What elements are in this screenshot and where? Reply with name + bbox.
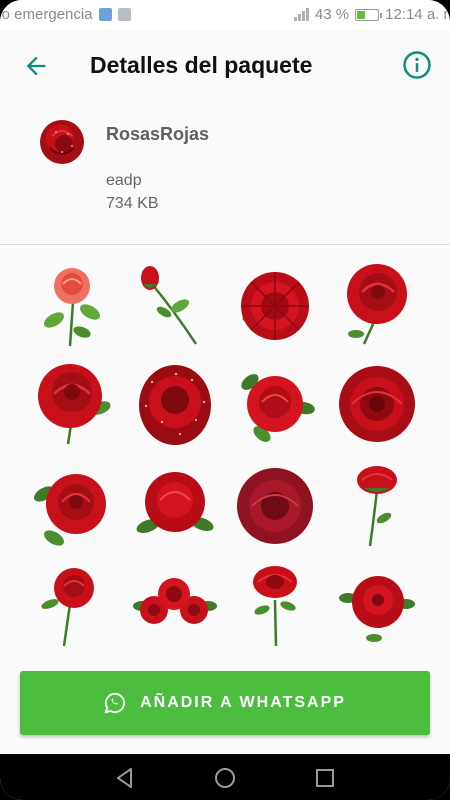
nav-home-icon[interactable] xyxy=(213,766,237,790)
pack-name: RosasRojas xyxy=(106,124,210,144)
screen: olo emergencia 43 % 12:14 a. m Detalles … xyxy=(0,0,450,800)
battery-percent: 43 % xyxy=(314,6,350,23)
info-icon[interactable] xyxy=(402,50,432,80)
red-rose-leaves-sticker[interactable] xyxy=(30,362,116,448)
nav-recents-icon[interactable] xyxy=(313,766,337,790)
status-right: 43 % 12:14 a. m xyxy=(293,6,450,23)
status-left: olo emergencia xyxy=(0,6,131,23)
pack-header: RosasRojas eadp 734 KB xyxy=(0,102,450,244)
glitter-rose-sticker[interactable] xyxy=(132,362,218,448)
rose-leaves-sticker[interactable] xyxy=(132,464,218,550)
pink-rose-sticker[interactable] xyxy=(30,262,116,348)
rose-cluster-sticker[interactable] xyxy=(334,564,420,650)
add-button-label: AÑADIR A WHATSAPP xyxy=(140,694,346,711)
battery-icon xyxy=(355,8,383,21)
sticker-grid xyxy=(0,252,450,662)
red-dahlia-sticker[interactable] xyxy=(232,266,318,352)
dark-red-rose-sticker[interactable] xyxy=(334,362,420,448)
battery-fill xyxy=(357,10,366,19)
red-rose-sticker[interactable] xyxy=(334,262,420,348)
rose-stem-sticker[interactable] xyxy=(30,564,116,650)
app-bar: Detalles del paquete xyxy=(0,30,450,102)
nav-back-icon[interactable] xyxy=(113,766,137,790)
add-to-whatsapp-button[interactable]: AÑADIR A WHATSAPP xyxy=(20,671,430,735)
carrier-text: olo emergencia xyxy=(0,6,93,23)
pack-size: 734 KB xyxy=(106,195,159,212)
whatsapp-icon xyxy=(104,692,126,714)
rose-long-stem-sticker[interactable] xyxy=(334,462,420,548)
rose-leaf-sticker[interactable] xyxy=(30,464,116,550)
rose-leaves-sticker[interactable] xyxy=(232,362,318,448)
pack-author: eadp xyxy=(106,172,142,189)
rose-bouquet-sticker[interactable] xyxy=(132,566,218,652)
rosebud-stem-sticker[interactable] xyxy=(130,262,216,348)
navigation-bar xyxy=(0,754,450,800)
divider xyxy=(0,244,450,245)
arrow-back-icon[interactable] xyxy=(22,52,50,80)
pack-tray-icon xyxy=(40,120,84,164)
page-title: Detalles del paquete xyxy=(90,52,313,78)
usb-icon xyxy=(98,8,112,21)
image-notification-icon xyxy=(117,8,131,21)
signal-icon xyxy=(293,8,309,21)
clock: 12:14 a. m xyxy=(385,6,450,23)
rose-stem-sticker[interactable] xyxy=(232,564,318,650)
crimson-rose-sticker[interactable] xyxy=(232,464,318,550)
status-bar: olo emergencia 43 % 12:14 a. m xyxy=(0,0,450,30)
